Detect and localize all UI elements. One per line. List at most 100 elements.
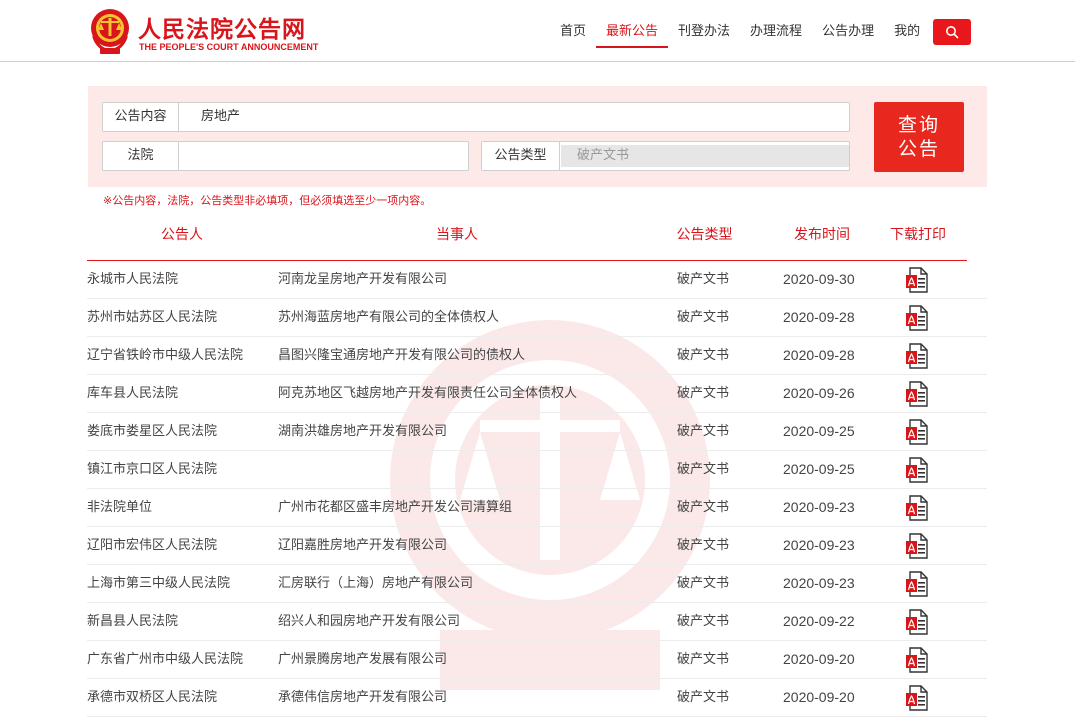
publisher-cell: 非法院单位: [87, 500, 153, 515]
type-cell: 破产文书: [677, 652, 730, 667]
nav-item[interactable]: 刊登办法: [668, 0, 740, 62]
search-icon: [946, 26, 959, 39]
download-button[interactable]: [905, 419, 929, 445]
main-nav: 首页 最新公告 刊登办法 办理流程 公告办理 我的: [550, 0, 930, 62]
pdf-download-icon: [906, 609, 928, 635]
table-row[interactable]: 非法院单位 广州市花都区盛丰房地产开发公司清算组 破产文书 2020-09-23: [87, 489, 987, 527]
type-cell: 破产文书: [677, 386, 730, 401]
party-cell[interactable]: 承德伟信房地产开发有限公司: [278, 679, 447, 716]
date-cell: 2020-09-22: [783, 613, 855, 629]
court-input[interactable]: [189, 142, 459, 170]
download-button[interactable]: [905, 609, 929, 635]
pdf-download-icon: [906, 533, 928, 559]
pdf-download-icon: [906, 647, 928, 673]
table-row[interactable]: 镇江市京口区人民法院 破产文书 2020-09-25: [87, 451, 987, 489]
publisher-cell: 新昌县人民法院: [87, 614, 179, 629]
publisher-cell: 库车县人民法院: [87, 386, 179, 401]
download-button[interactable]: [905, 533, 929, 559]
date-cell: 2020-09-23: [783, 575, 855, 591]
party-cell[interactable]: 阿克苏地区飞越房地产开发有限责任公司全体债权人: [278, 375, 577, 412]
publisher-cell: 苏州市姑苏区人民法院: [87, 310, 218, 325]
download-button[interactable]: [905, 457, 929, 483]
publisher-cell: 承德市双桥区人民法院: [87, 690, 218, 705]
type-cell: 破产文书: [677, 614, 730, 629]
date-cell: 2020-09-25: [783, 423, 855, 439]
table-row[interactable]: 上海市第三中级人民法院 汇房联行（上海）房地产有限公司 破产文书 2020-09-23: [87, 565, 987, 603]
party-cell[interactable]: 绍兴人和园房地产开发有限公司: [278, 603, 460, 640]
table-row[interactable]: 永城市人民法院 河南龙呈房地产开发有限公司 破产文书 2020-09-30: [87, 261, 987, 299]
type-cell: 破产文书: [677, 500, 730, 515]
download-button[interactable]: [905, 685, 929, 711]
download-button[interactable]: [905, 305, 929, 331]
query-note: ※公告内容，法院，公告类型非必填项，但必须填选至少一项内容。: [103, 194, 432, 207]
table-row[interactable]: 库车县人民法院 阿克苏地区飞越房地产开发有限责任公司全体债权人 破产文书 2020-0…: [87, 375, 987, 413]
publisher-cell: 广东省广州市中级人民法院: [87, 652, 244, 667]
type-field: 公告类型 破产文书: [481, 141, 850, 171]
pdf-download-icon: [906, 457, 928, 483]
court-label: 法院: [103, 142, 179, 170]
date-cell: 2020-09-28: [783, 309, 855, 325]
download-button[interactable]: [905, 343, 929, 369]
table-row[interactable]: 辽宁省铁岭市中级人民法院 昌图兴隆宝通房地产开发有限公司的债权人 破产文书 2020-…: [87, 337, 987, 375]
date-cell: 2020-09-25: [783, 461, 855, 477]
download-button[interactable]: [905, 647, 929, 673]
header-publisher: 公告人: [161, 227, 203, 243]
table-row[interactable]: 新昌县人民法院 绍兴人和园房地产开发有限公司 破产文书 2020-09-22: [87, 603, 987, 641]
nav-item[interactable]: 我的: [884, 0, 930, 62]
publisher-cell: 辽宁省铁岭市中级人民法院: [87, 348, 244, 363]
content-field: 公告内容: [102, 102, 850, 132]
publisher-cell: 永城市人民法院: [87, 272, 179, 287]
site-logo[interactable]: 人民法院公告网 THE PEOPLE'S COURT ANNOUNCEMENT: [86, 6, 346, 58]
court-emblem-icon: [91, 9, 129, 54]
header-download: 下载打印: [890, 227, 946, 243]
pdf-download-icon: [906, 267, 928, 293]
site-title: 人民法院公告网: [138, 17, 306, 43]
nav-item[interactable]: 最新公告: [596, 0, 669, 62]
date-cell: 2020-09-30: [783, 271, 855, 287]
table-row[interactable]: 苏州市姑苏区人民法院 苏州海蓝房地产有限公司的全体债权人 破产文书 2020-09-2…: [87, 299, 987, 337]
content-input[interactable]: [201, 103, 841, 131]
type-cell: 破产文书: [677, 348, 730, 363]
nav-item[interactable]: 首页: [550, 0, 596, 62]
pdf-download-icon: [906, 685, 928, 711]
pdf-download-icon: [906, 495, 928, 521]
date-cell: 2020-09-28: [783, 347, 855, 363]
table-row[interactable]: 承德市双桥区人民法院 承德伟信房地产开发有限公司 破产文书 2020-09-20: [87, 679, 987, 717]
download-button[interactable]: [905, 495, 929, 521]
download-button[interactable]: [905, 267, 929, 293]
date-cell: 2020-09-23: [783, 499, 855, 515]
header-party: 当事人: [436, 227, 478, 243]
party-cell[interactable]: 广州景腾房地产发展有限公司: [278, 641, 447, 678]
query-button-line1: 查询: [897, 114, 940, 136]
party-cell[interactable]: 汇房联行（上海）房地产有限公司: [278, 565, 473, 602]
party-cell[interactable]: 苏州海蓝房地产有限公司的全体债权人: [278, 299, 499, 336]
type-select[interactable]: 破产文书: [561, 145, 849, 167]
nav-item[interactable]: 办理流程: [740, 0, 812, 62]
party-cell[interactable]: 河南龙呈房地产开发有限公司: [278, 261, 447, 298]
type-cell: 破产文书: [677, 272, 730, 287]
pdf-download-icon: [906, 343, 928, 369]
header-date: 发布时间: [794, 227, 850, 243]
search-button[interactable]: [933, 19, 971, 45]
party-cell[interactable]: 湖南洪雄房地产开发有限公司: [278, 413, 447, 450]
site-subtitle: THE PEOPLE'S COURT ANNOUNCEMENT: [139, 42, 319, 52]
nav-item[interactable]: 公告办理: [812, 0, 884, 62]
party-cell[interactable]: 辽阳嘉胜房地产开发有限公司: [278, 527, 447, 564]
type-cell: 破产文书: [677, 424, 730, 439]
publisher-cell: 娄底市娄星区人民法院: [87, 424, 218, 439]
date-cell: 2020-09-26: [783, 385, 855, 401]
date-cell: 2020-09-20: [783, 651, 855, 667]
download-button[interactable]: [905, 571, 929, 597]
publisher-cell: 上海市第三中级人民法院: [87, 576, 231, 591]
announcement-table: 永城市人民法院 河南龙呈房地产开发有限公司 破产文书 2020-09-30 苏州市姑苏…: [87, 261, 987, 717]
download-button[interactable]: [905, 381, 929, 407]
party-cell[interactable]: 广州市花都区盛丰房地产开发公司清算组: [278, 489, 512, 526]
party-cell[interactable]: 昌图兴隆宝通房地产开发有限公司的债权人: [278, 337, 525, 374]
table-row[interactable]: 广东省广州市中级人民法院 广州景腾房地产发展有限公司 破产文书 2020-09-20: [87, 641, 987, 679]
table-row[interactable]: 辽阳市宏伟区人民法院 辽阳嘉胜房地产开发有限公司 破产文书 2020-09-23: [87, 527, 987, 565]
query-button-line2: 公告: [897, 138, 940, 160]
pdf-download-icon: [906, 419, 928, 445]
query-button[interactable]: 查询 公告: [874, 102, 964, 172]
table-row[interactable]: 娄底市娄星区人民法院 湖南洪雄房地产开发有限公司 破产文书 2020-09-25: [87, 413, 987, 451]
type-cell: 破产文书: [677, 538, 730, 553]
